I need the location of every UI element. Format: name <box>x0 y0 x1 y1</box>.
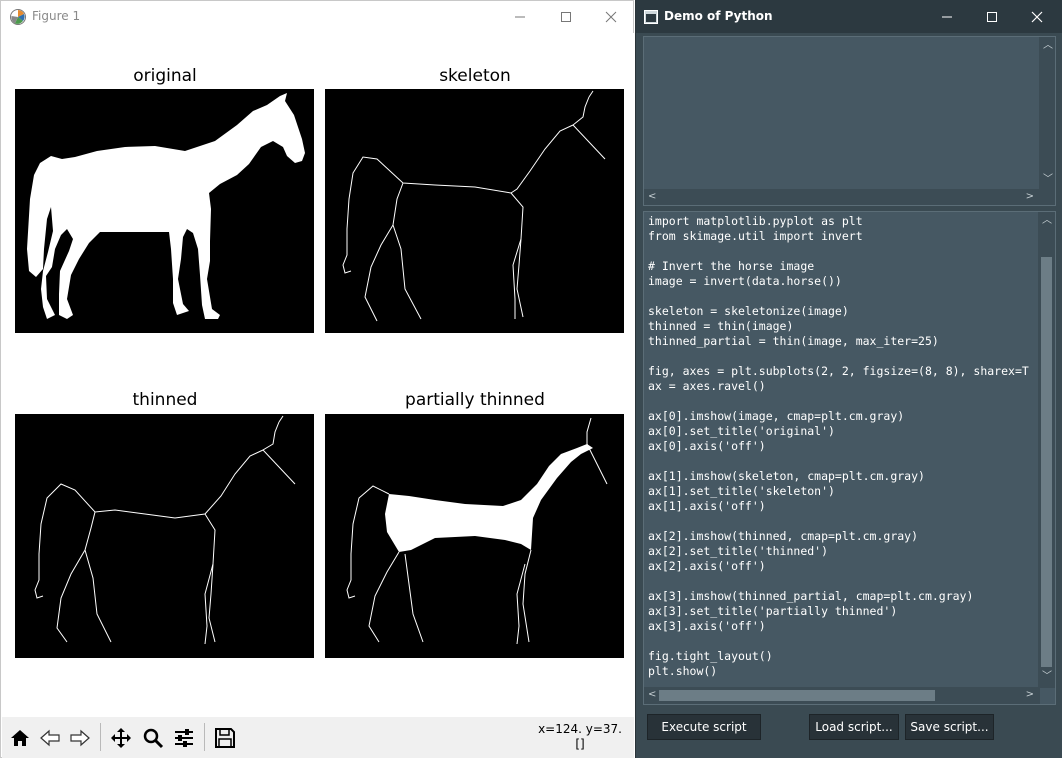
code-editor[interactable]: import matplotlib.pyplot as plt from ski… <box>643 211 1056 705</box>
output-vertical-scrollbar[interactable]: ︿ ﹀ <box>1039 37 1055 205</box>
output-pane[interactable]: ︿ ﹀ < > <box>643 36 1056 206</box>
code-horizontal-scrollbar[interactable]: < > <box>644 687 1040 704</box>
minimize-icon <box>942 16 952 17</box>
app-icon <box>644 10 658 24</box>
home-icon <box>11 730 29 746</box>
horse-silhouette <box>27 93 305 319</box>
toolbar-separator <box>100 723 101 751</box>
subplot-original-image <box>15 89 314 333</box>
home-button[interactable] <box>5 722 35 754</box>
scroll-up-icon[interactable]: ︿ <box>1042 216 1052 226</box>
figure-window: Figure 1 original skeleton thinned parti… <box>0 0 634 758</box>
save-icon <box>215 728 235 748</box>
code-text[interactable]: import matplotlib.pyplot as plt from ski… <box>648 214 1036 679</box>
subplot-title-partially-thinned: partially thinned <box>405 390 545 410</box>
scroll-down-icon[interactable]: ﹀ <box>1042 672 1052 682</box>
demo-titlebar: Demo of Python <box>636 0 1062 33</box>
close-icon <box>1031 11 1043 22</box>
subplot-skeleton-image <box>325 89 624 333</box>
subplot-title-original: original <box>133 66 197 86</box>
minimize-icon <box>515 16 525 18</box>
navigation-toolbar: x=124. y=37. [] <box>2 717 634 758</box>
pan-button[interactable] <box>106 722 136 754</box>
scroll-right-icon[interactable]: > <box>1026 192 1034 202</box>
maximize-button[interactable] <box>543 1 589 33</box>
load-script-button[interactable]: Load script... <box>809 714 899 740</box>
subplot-title-thinned: thinned <box>132 390 198 410</box>
window-title: Demo of Python <box>664 9 773 23</box>
output-horizontal-scrollbar[interactable]: < > <box>644 189 1040 205</box>
forward-button[interactable] <box>65 722 95 754</box>
scroll-right-icon[interactable]: > <box>1026 690 1034 700</box>
close-icon <box>605 11 617 23</box>
maximize-icon <box>561 12 571 22</box>
minimize-button[interactable] <box>497 1 543 33</box>
subplot-thinned-image <box>15 414 314 658</box>
figure-titlebar: Figure 1 <box>1 1 633 33</box>
zoom-button[interactable] <box>138 722 168 754</box>
configure-subplots-button[interactable] <box>169 722 199 754</box>
demo-window: Demo of Python ︿ ﹀ < > import matplotlib… <box>635 0 1062 758</box>
scroll-left-icon[interactable]: < <box>648 192 656 202</box>
scroll-down-icon[interactable]: ﹀ <box>1043 175 1053 185</box>
scroll-left-icon[interactable]: < <box>648 690 656 700</box>
zoom-icon <box>143 728 164 749</box>
maximize-button[interactable] <box>969 0 1015 33</box>
maximize-icon <box>987 11 997 22</box>
coords-value: [] <box>575 737 585 751</box>
back-icon <box>40 729 60 747</box>
close-button[interactable] <box>588 1 634 33</box>
thinned-lines <box>34 415 296 645</box>
cursor-coordinates: x=124. y=37. [] <box>538 722 622 752</box>
pan-icon <box>111 728 131 748</box>
minimize-button[interactable] <box>924 0 970 33</box>
subplot-title-skeleton: skeleton <box>439 66 511 86</box>
code-vertical-scrollbar[interactable]: ︿ ﹀ <box>1038 212 1055 688</box>
forward-icon <box>70 729 90 747</box>
execute-script-button[interactable]: Execute script <box>647 714 761 740</box>
scrollbar-thumb[interactable] <box>659 690 935 701</box>
toolbar-separator <box>204 723 205 751</box>
scrollbar-thumb[interactable] <box>1041 257 1052 667</box>
save-script-button[interactable]: Save script... <box>905 714 994 740</box>
skeleton-lines <box>342 90 606 322</box>
partially-thinned-shape <box>346 417 608 645</box>
matplotlib-logo-icon <box>10 9 26 25</box>
window-title: Figure 1 <box>32 9 81 23</box>
configure-subplots-icon <box>175 729 193 747</box>
save-figure-button[interactable] <box>210 722 240 754</box>
figure-canvas[interactable]: original skeleton thinned partially thin… <box>2 33 634 717</box>
close-button[interactable] <box>1014 0 1060 33</box>
scroll-up-icon[interactable]: ︿ <box>1043 41 1053 51</box>
back-button[interactable] <box>35 722 65 754</box>
coords-text: x=124. y=37. <box>538 722 622 736</box>
subplot-partially-thinned-image <box>325 414 624 658</box>
